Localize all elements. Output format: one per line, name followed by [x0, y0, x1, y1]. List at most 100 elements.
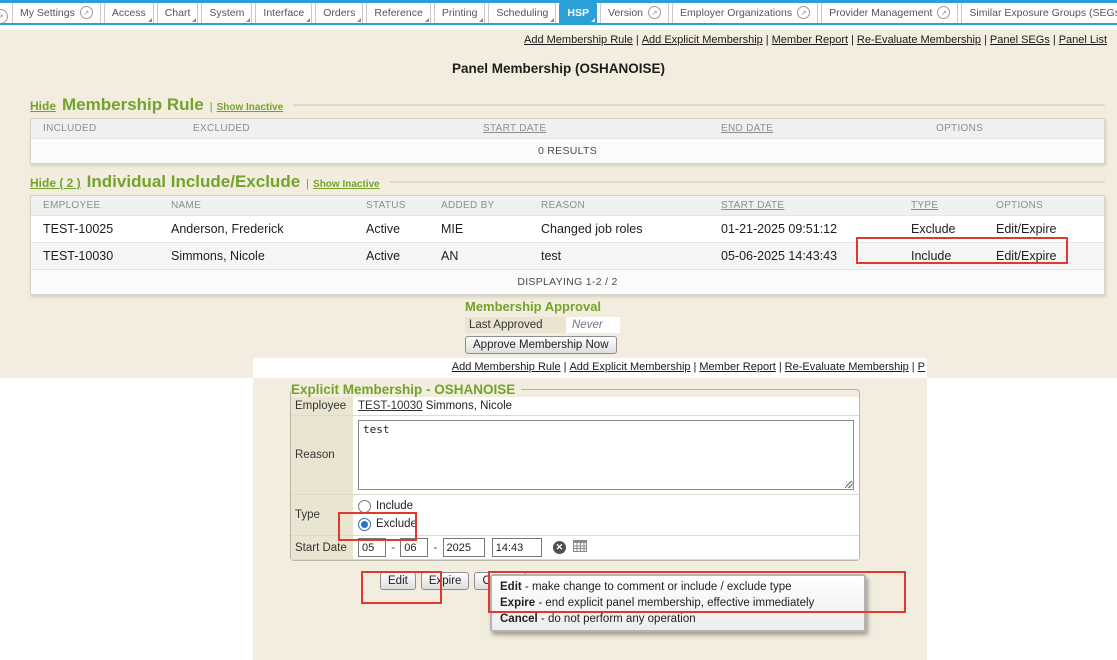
last-approved-label: Last Approved: [465, 317, 566, 333]
action-link[interactable]: Member Report: [772, 34, 848, 46]
tab-bar: ↗ My Settings↗ Access ChartSystem Interface…: [0, 0, 1117, 25]
separator: |: [633, 34, 642, 46]
tab-reference[interactable]: Reference: [366, 1, 430, 23]
individual-hide-link[interactable]: Hide ( 2 ): [30, 176, 81, 190]
tab-hsp[interactable]: HSP: [559, 1, 597, 23]
resize-grip-icon[interactable]: [846, 481, 853, 488]
action-link[interactable]: Add Explicit Membership: [569, 361, 690, 373]
external-link-icon: ↗: [80, 6, 93, 19]
action-link[interactable]: Re-Evaluate Membership: [785, 361, 909, 373]
action-link[interactable]: Member Report: [699, 361, 775, 373]
employee-label: Employee: [291, 397, 353, 416]
table-cell: AN: [429, 243, 529, 269]
membership-rule-hide-link[interactable]: Hide: [30, 99, 56, 113]
tab-label: Employer Organizations: [680, 7, 792, 19]
action-link[interactable]: Re-Evaluate Membership: [857, 34, 981, 46]
column-header-employee: EMPLOYEE: [31, 196, 159, 215]
action-link[interactable]: P: [918, 361, 925, 373]
tab-similar-exposure-groups-segs-[interactable]: Similar Exposure Groups (SEGs)↗: [961, 1, 1117, 23]
membership-rule-empty-row: 0 RESULTS: [31, 138, 1104, 163]
individual-section: Hide ( 2 ) Individual Include/Exclude | …: [30, 172, 1105, 295]
table-cell: Active: [354, 216, 429, 242]
tab-provider-management[interactable]: Provider Management↗: [821, 1, 958, 23]
individual-table-header: EMPLOYEENAMESTATUSADDED BYREASONSTART DA…: [31, 196, 1104, 215]
tooltip-term: Cancel: [500, 613, 538, 625]
table-cell: Anderson, Frederick: [159, 216, 354, 242]
tab-my-settings[interactable]: My Settings↗: [12, 1, 101, 23]
header-divider: [390, 181, 1105, 183]
action-link[interactable]: Add Membership Rule: [524, 34, 633, 46]
tab-version[interactable]: Version↗: [600, 1, 669, 23]
dropdown-corner-icon: [192, 18, 196, 22]
membership-approval: Membership Approval Last Approved Never …: [465, 299, 620, 354]
tab-employer-organizations[interactable]: Employer Organizations ↗: [672, 1, 818, 23]
page-title: Panel Membership (OSHANOISE): [0, 61, 1117, 76]
column-header-type[interactable]: TYPE: [899, 196, 984, 215]
external-link-icon: ↗: [648, 6, 661, 19]
column-header-start-date[interactable]: START DATE: [709, 196, 899, 215]
tab-interface[interactable]: Interface: [255, 1, 312, 23]
dropdown-corner-icon: [479, 18, 483, 22]
employee-id-link[interactable]: TEST-10030: [358, 400, 423, 412]
column-header-end-date[interactable]: END DATE: [709, 119, 924, 138]
reason-label: Reason: [291, 416, 353, 495]
tab-scheduling[interactable]: Scheduling: [488, 1, 556, 23]
column-header-start-date[interactable]: START DATE: [471, 119, 709, 138]
column-header-excluded: EXCLUDED: [181, 119, 471, 138]
reason-value-cell: test: [353, 416, 859, 495]
last-approved-value: Never: [566, 317, 620, 333]
tab-label: Access: [112, 7, 146, 19]
tab-system[interactable]: System: [201, 1, 252, 23]
column-header-options: OPTIONS: [984, 196, 1104, 215]
tab-label: Similar Exposure Groups (SEGs): [969, 7, 1117, 19]
date-separator: -: [431, 542, 439, 554]
column-header-included: INCLUDED: [31, 119, 181, 138]
start-time-input[interactable]: [492, 538, 542, 557]
dropdown-corner-icon: [591, 18, 595, 22]
approve-membership-button[interactable]: Approve Membership Now: [465, 336, 617, 354]
dropdown-corner-icon: [425, 18, 429, 22]
type-options: IncludeExclude: [353, 495, 859, 536]
column-header-reason: REASON: [529, 196, 709, 215]
tab-label: Interface: [263, 7, 304, 19]
tab-label: Printing: [442, 7, 478, 19]
clear-date-icon[interactable]: ✕: [553, 541, 566, 554]
external-link-icon: ↗: [797, 6, 810, 19]
cut-external-link-icon: ↗: [0, 9, 8, 24]
calendar-icon[interactable]: [573, 539, 587, 555]
action-link[interactable]: Add Explicit Membership: [642, 34, 763, 46]
reason-row: Reason test: [291, 416, 859, 495]
overlay-action-links-bar: Add Membership Rule|Add Explicit Members…: [253, 358, 927, 378]
tab-label: Provider Management: [829, 7, 932, 19]
annotation-box-edit-expire-buttons: [361, 571, 442, 604]
table-cell: Active: [354, 243, 429, 269]
tab-label: Reference: [374, 7, 422, 19]
employee-name: Simmons, Nicole: [426, 400, 512, 412]
membership-rule-section: Hide Membership Rule | Show Inactive INC…: [30, 95, 1105, 164]
tab-chart[interactable]: Chart: [157, 1, 199, 23]
separator: |: [981, 34, 990, 46]
column-header-options: OPTIONS: [924, 119, 1104, 138]
membership-rule-show-inactive-link[interactable]: Show Inactive: [217, 102, 284, 113]
explicit-membership-overlay: Add Membership Rule|Add Explicit Members…: [253, 358, 927, 660]
start-date-year-input[interactable]: [443, 538, 485, 557]
radio-option-include: Include: [358, 497, 854, 515]
membership-rule-header: Hide Membership Rule | Show Inactive: [30, 95, 1105, 115]
table-cell: TEST-10025: [31, 216, 159, 242]
individual-table-footer: DISPLAYING 1-2 / 2: [31, 269, 1104, 294]
individual-show-inactive-link[interactable]: Show Inactive: [313, 179, 380, 190]
action-link[interactable]: Panel List: [1059, 34, 1107, 46]
separator: |: [1050, 34, 1059, 46]
radio-option-exclude: Exclude: [358, 515, 854, 533]
action-link[interactable]: Add Membership Rule: [452, 361, 561, 373]
dropdown-corner-icon: [306, 18, 310, 22]
explicit-membership-title: Explicit Membership - OSHANOISE: [291, 382, 521, 397]
action-link[interactable]: Panel SEGs: [990, 34, 1050, 46]
tab-orders[interactable]: Orders: [315, 1, 363, 23]
tab-access[interactable]: Access: [104, 1, 154, 23]
tab-printing[interactable]: Printing: [434, 1, 486, 23]
column-header-name: NAME: [159, 196, 354, 215]
include-radio-button[interactable]: [358, 500, 371, 513]
dropdown-corner-icon: [246, 18, 250, 22]
reason-textarea[interactable]: test: [358, 420, 854, 490]
